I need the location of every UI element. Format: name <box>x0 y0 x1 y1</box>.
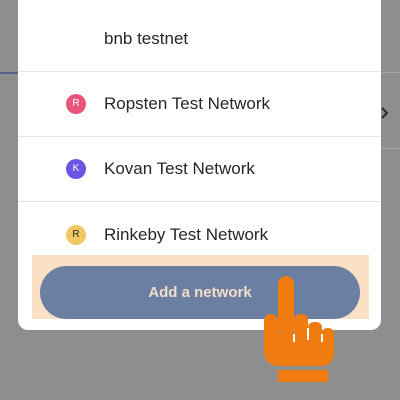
network-avatar: R <box>66 94 86 114</box>
network-avatar: K <box>66 159 86 179</box>
chevron-right-icon <box>380 106 392 120</box>
network-item-ropsten[interactable]: R Ropsten Test Network <box>18 72 381 137</box>
hand-pointer-icon <box>264 276 334 382</box>
network-item-label: Rinkeby Test Network <box>104 224 269 244</box>
background-divider <box>380 148 400 149</box>
network-item-label: Ropsten Test Network <box>104 94 270 113</box>
background-tab-indicator <box>0 72 20 74</box>
network-item-label: bnb testnet <box>104 29 189 48</box>
network-avatar: R <box>66 224 86 245</box>
network-item-kovan[interactable]: K Kovan Test Network <box>18 137 381 202</box>
background-divider <box>380 72 400 73</box>
network-item-label: Kovan Test Network <box>104 159 255 178</box>
network-item-bnb-testnet[interactable]: bnb testnet <box>18 7 381 72</box>
